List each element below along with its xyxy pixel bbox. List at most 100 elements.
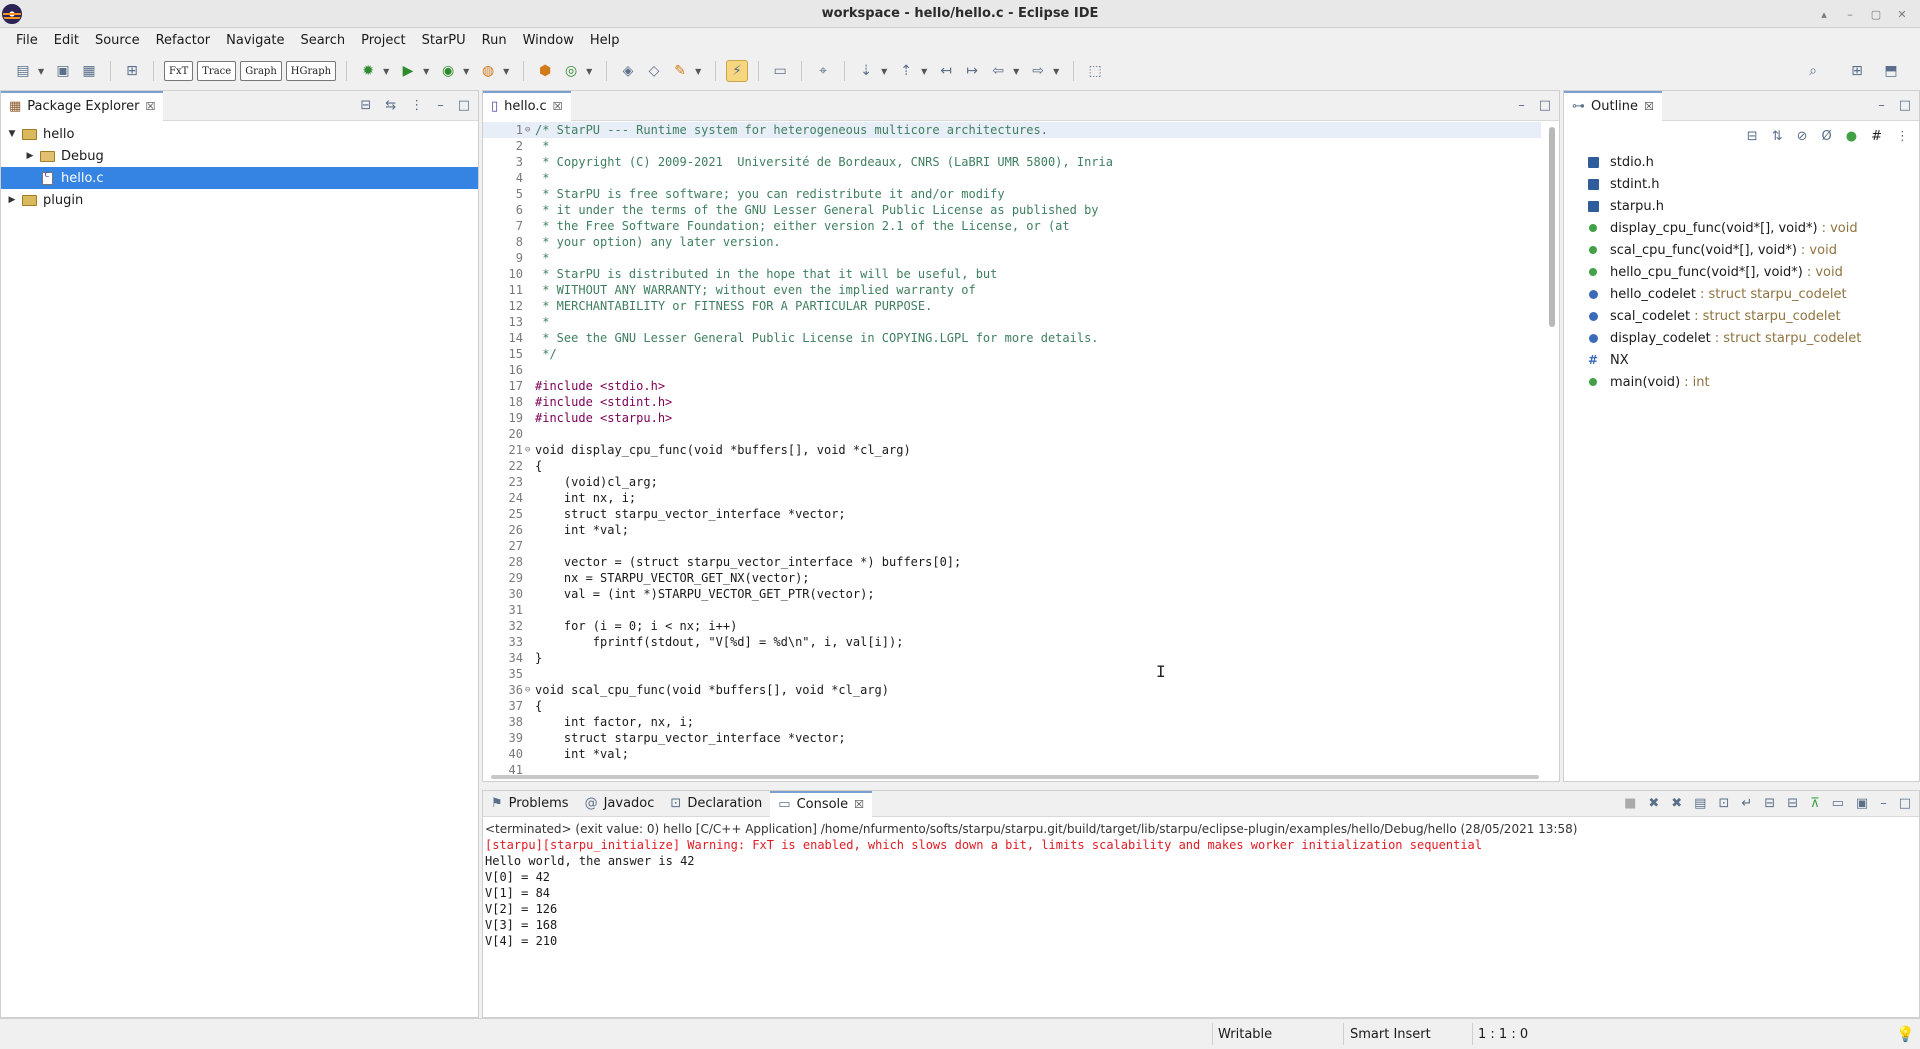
save-all-icon[interactable]: ▦ [78,60,100,82]
lightbulb-icon[interactable]: 💡 [1896,1025,1915,1043]
previous-annotation-icon[interactable]: ⇡ [895,60,917,82]
trace-button[interactable]: Trace [197,61,237,81]
outline-item[interactable]: stdio.h [1564,151,1919,173]
menu-search[interactable]: Search [292,33,353,48]
coverage-dropdown-icon[interactable]: ▼ [463,67,473,76]
c-perspective-icon[interactable]: ⬒ [1880,60,1902,82]
next-annotation-dropdown-icon[interactable]: ▼ [881,67,891,76]
code-line[interactable]: 5 * StarPU is free software; you can red… [483,186,1541,202]
code-line[interactable]: 25 struct starpu_vector_interface *vecto… [483,506,1541,522]
menu-refactor[interactable]: Refactor [148,33,219,48]
code-line[interactable]: 33 fprintf(stdout, "V[%d] = %d\n", i, va… [483,634,1541,650]
code-line[interactable]: 13 * [483,314,1541,330]
collapse-all-icon[interactable]: ⊟ [1747,129,1758,144]
code-line[interactable]: 22 { [483,458,1541,474]
fold-icon[interactable]: ⊖ [525,442,535,458]
minimize-window-button[interactable]: – [1840,6,1860,22]
hide-non-public-icon[interactable]: ● [1846,129,1857,144]
code-line[interactable]: 4 * [483,170,1541,186]
code-line[interactable]: 7 * the Free Software Foundation; either… [483,218,1541,234]
forward-icon[interactable]: ⇨ [1027,60,1049,82]
code-line[interactable]: 8 * your option) any later version. [483,234,1541,250]
tab-package-explorer[interactable]: ▦ Package Explorer ☒ [1,90,164,121]
external-tools-icon[interactable]: ◍ [477,60,499,82]
close-icon[interactable]: ☒ [553,100,563,113]
code-line[interactable]: 19 #include <starpu.h> [483,410,1541,426]
code-line[interactable]: 36 ⊖ void scal_cpu_func(void *buffers[], v… [483,682,1541,698]
run-icon[interactable]: ▶ [397,60,419,82]
code-line[interactable]: 40 int *val; [483,746,1541,762]
outline-item[interactable]: starpu.h [1564,195,1919,217]
outline-item[interactable]: stdint.h [1564,173,1919,195]
code-line[interactable]: 9 * [483,250,1541,266]
tree-item-hello-c[interactable]: hello.c [1,167,478,189]
code-line[interactable]: 17 #include <stdio.h> [483,378,1541,394]
minimize-view-icon[interactable]: – [1518,98,1525,113]
fxt-button[interactable]: FxT [164,61,194,81]
clear-console-icon[interactable]: ▤ [1694,796,1706,811]
outline-item[interactable]: scal_cpu_func(void*[], void*): void [1564,239,1919,261]
hide-fields-icon[interactable]: ⊘ [1797,129,1808,144]
view-menu-icon[interactable]: ⋮ [1896,129,1909,144]
maximize-view-icon[interactable]: □ [458,98,470,113]
code-line[interactable]: 37 { [483,698,1541,714]
scroll-lock-icon[interactable]: ⊡ [1718,796,1729,811]
show-whitespace-icon[interactable]: ▭ [769,60,791,82]
tab-console[interactable]: ▭ Console ☒ [770,790,873,817]
close-icon[interactable]: ☒ [1644,100,1654,113]
code-line[interactable]: 30 val = (int *)STARPU_VECTOR_GET_PTR(ve… [483,586,1541,602]
expand-open-icon[interactable]: ▼ [5,129,19,139]
console-output[interactable]: <terminated> (exit value: 0) hello [C/C+… [483,817,1919,953]
menu-project[interactable]: Project [353,33,413,48]
graph-button[interactable]: Graph [240,61,282,81]
code-line[interactable]: 39 struct starpu_vector_interface *vecto… [483,730,1541,746]
code-line[interactable]: 31 [483,602,1541,618]
code-line[interactable]: 29 nx = STARPU_VECTOR_GET_NX(vector); [483,570,1541,586]
build-icon[interactable]: ⊞ [121,60,143,82]
menu-starpu[interactable]: StarPU [414,33,474,48]
minimize-view-icon[interactable]: – [437,98,444,113]
expand-closed-icon[interactable]: ▶ [23,151,37,161]
coverage-icon[interactable]: ◉ [437,60,459,82]
code-line[interactable]: 18 #include <stdint.h> [483,394,1541,410]
menu-file[interactable]: File [8,33,46,48]
tree-item-hello[interactable]: ▼ hello [1,123,478,145]
code-line[interactable]: 34} [483,650,1541,666]
code-line[interactable]: 3 * Copyright (C) 2009-2021 Université d… [483,154,1541,170]
close-icon[interactable]: ☒ [145,100,155,113]
word-wrap-icon[interactable]: ↵ [1741,796,1752,811]
previous-annotation-dropdown-icon[interactable]: ▼ [921,67,931,76]
code-line[interactable]: 16 [483,362,1541,378]
maximize-view-icon[interactable]: □ [1539,98,1551,113]
code-line[interactable]: 12 * MERCHANTABILITY or FITNESS FOR A PA… [483,298,1541,314]
back-dropdown-icon[interactable]: ▼ [1013,67,1023,76]
code-line[interactable]: 24 int nx, i; [483,490,1541,506]
tree-item-plugin[interactable]: ▶ plugin [1,189,478,211]
tab-declaration[interactable]: ⊡ Declaration [662,791,770,817]
minimize-view-icon[interactable]: – [1878,98,1885,113]
code-line[interactable]: 11 * WITHOUT ANY WARRANTY; without even … [483,282,1541,298]
display-console-icon[interactable]: ▭ [1832,796,1844,811]
pin-console-icon[interactable]: ⊼ [1810,796,1820,811]
collapse-all-icon[interactable]: ⊟ [360,98,371,113]
tab-javadoc[interactable]: @ Javadoc [577,791,663,817]
fold-icon[interactable]: ⊖ [525,122,535,138]
maximize-view-icon[interactable]: □ [1899,98,1911,113]
toggle-highlight-icon[interactable]: ⚡ [726,60,749,82]
outline-item[interactable]: # NX [1564,349,1919,371]
open-type-icon[interactable]: ◈ [617,60,639,82]
save-icon[interactable]: ▣ [52,60,74,82]
debug-dropdown-icon[interactable]: ▼ [383,67,393,76]
code-line[interactable]: 1 ⊖/* StarPU --- Runtime system for heter… [483,122,1541,138]
tab-outline[interactable]: ⊶ Outline ☒ [1564,90,1662,121]
new-icon[interactable]: ▤ [12,60,34,82]
code-line[interactable]: 41 [483,762,1541,775]
hgraph-button[interactable]: HGraph [285,61,337,81]
hide-macros-icon[interactable]: # [1871,129,1882,144]
next-annotation-icon[interactable]: ⇣ [855,60,877,82]
code-line[interactable]: 35 [483,666,1541,682]
show-on-stdout-icon[interactable]: ⊟ [1764,796,1775,811]
menu-source[interactable]: Source [87,33,148,48]
new-c-project-icon[interactable]: ⬢ [534,60,556,82]
outline-item[interactable]: display_cpu_func(void*[], void*): void [1564,217,1919,239]
